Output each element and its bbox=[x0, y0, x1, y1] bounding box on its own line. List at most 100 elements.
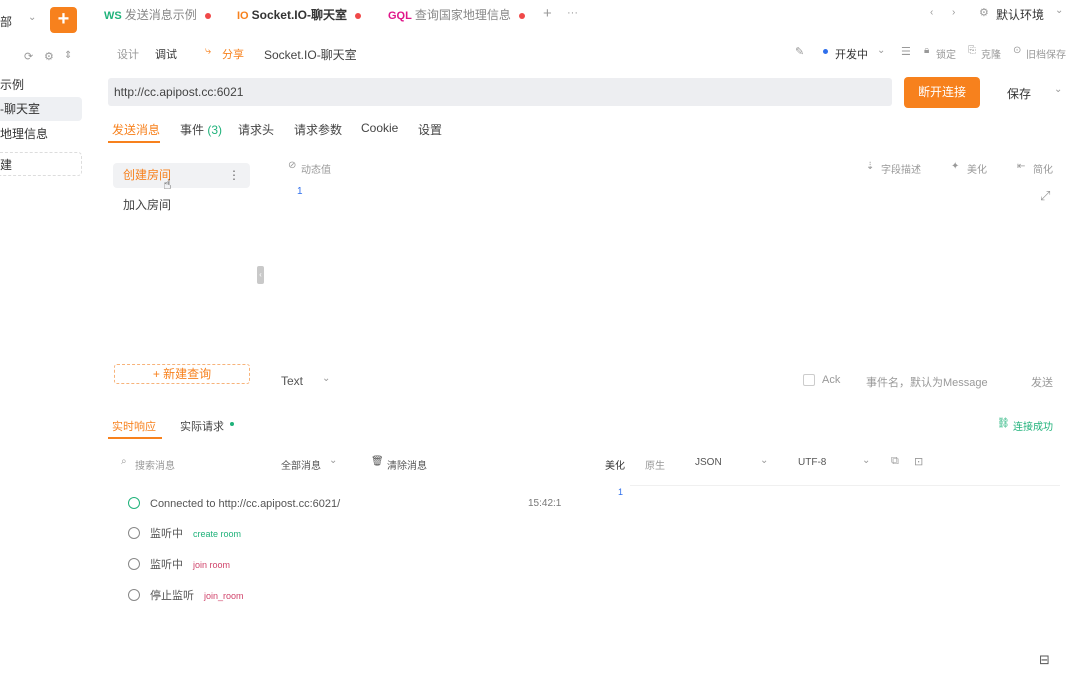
field-desc-icon[interactable]: ⇣ bbox=[866, 161, 874, 172]
field-desc-button[interactable]: 字段描述 bbox=[881, 161, 921, 176]
ack-checkbox[interactable] bbox=[803, 374, 815, 386]
sidebar-item-chatroom[interactable]: -聊天室 bbox=[0, 97, 82, 121]
chevron-down-icon[interactable]: ⌄ bbox=[329, 455, 337, 466]
share-button[interactable]: 分享 bbox=[222, 46, 244, 62]
chevron-down-icon[interactable]: ⌄ bbox=[877, 45, 885, 56]
settings-icon[interactable]: ⚙ bbox=[44, 50, 54, 63]
simplify-icon[interactable]: ⇤ bbox=[1017, 161, 1025, 172]
tab-headers[interactable]: 请求头 bbox=[238, 121, 274, 138]
dynamic-value-icon[interactable]: ⊘ bbox=[288, 160, 296, 171]
format-selector[interactable]: Text bbox=[281, 374, 303, 388]
log-row-stop-listening[interactable]: 停止监听 join_room bbox=[128, 588, 244, 604]
more-tabs-button[interactable]: ··· bbox=[567, 7, 578, 19]
message-item-label: 加入房间 bbox=[123, 198, 172, 212]
save-button[interactable]: 保存 bbox=[1007, 85, 1031, 102]
response-format-selector[interactable]: JSON bbox=[695, 457, 722, 468]
unsaved-dot bbox=[354, 12, 361, 19]
clone-icon[interactable]: ⎘ bbox=[968, 45, 976, 56]
chevron-down-icon[interactable]: ⌄ bbox=[862, 455, 870, 466]
history-icon[interactable]: ⊙ bbox=[1013, 45, 1021, 56]
event-name-input[interactable]: 事件名，默认为Message bbox=[866, 374, 988, 390]
log-text: 停止监听 bbox=[150, 590, 194, 602]
trash-icon[interactable]: 🗑︎ bbox=[371, 456, 384, 467]
sidebar-item-geo[interactable]: 地理信息 bbox=[0, 122, 82, 146]
collapse-icon[interactable]: ⇕ bbox=[64, 50, 72, 61]
tab-actual-request[interactable]: 实际请求 bbox=[180, 418, 224, 434]
log-text: Connected to http://cc.apipost.cc:6021/ bbox=[150, 498, 341, 510]
clear-messages-button[interactable]: 清除消息 bbox=[387, 457, 427, 472]
layout-icon[interactable]: ☰ bbox=[901, 45, 911, 58]
tab-params[interactable]: 请求参数 bbox=[294, 121, 342, 138]
disconnect-button[interactable]: 断开连接 bbox=[904, 77, 980, 108]
tab-label: 查询国家地理信息 bbox=[414, 8, 511, 22]
chevron-down-icon[interactable]: ⌄ bbox=[28, 12, 36, 23]
unsaved-dot bbox=[204, 12, 211, 19]
lock-button[interactable]: 锁定 bbox=[936, 46, 956, 61]
refresh-icon[interactable]: ⟳ bbox=[24, 50, 33, 63]
tab-events[interactable]: 事件 (3) bbox=[180, 121, 222, 138]
message-filter[interactable]: 全部消息 bbox=[281, 457, 321, 472]
log-row-listening-join[interactable]: 监听中 join room bbox=[128, 557, 230, 573]
log-row-listening-create[interactable]: 监听中 create room bbox=[128, 526, 241, 542]
beautify-icon[interactable]: ✦ bbox=[951, 161, 959, 172]
encoding-selector[interactable]: UTF-8 bbox=[798, 457, 826, 468]
tab-cookie[interactable]: Cookie bbox=[361, 121, 398, 135]
simplify-button[interactable]: 简化 bbox=[1033, 161, 1053, 176]
tab-gql-geo[interactable]: GQL 查询国家地理信息 bbox=[388, 6, 525, 24]
message-item-create-room[interactable]: 创建房间 ⋮ ☝ bbox=[113, 163, 250, 192]
share-icon[interactable]: ⤷ bbox=[205, 45, 211, 58]
add-button[interactable]: + bbox=[50, 7, 77, 33]
debug-toggle[interactable]: 调试 bbox=[155, 46, 177, 62]
status-selector[interactable]: 开发中 bbox=[835, 46, 868, 62]
panel-resize-handle[interactable]: ‹ bbox=[257, 266, 264, 284]
dynamic-value-button[interactable]: 动态值 bbox=[301, 161, 331, 176]
clone-button[interactable]: 克隆 bbox=[981, 46, 1001, 61]
raw-toggle[interactable]: 原生 bbox=[645, 457, 665, 472]
search-input[interactable]: 搜索消息 bbox=[135, 457, 175, 472]
chevron-down-icon[interactable]: ⌄ bbox=[1055, 5, 1063, 16]
tab-next-icon[interactable]: › bbox=[952, 7, 955, 18]
beautify-toggle[interactable]: 美化 bbox=[605, 457, 625, 472]
sidebar-item-ws-example[interactable]: 示例 bbox=[0, 73, 82, 97]
sidebar-item-new[interactable]: 建 bbox=[0, 152, 82, 176]
sidebar-item-label: 地理信息 bbox=[0, 127, 49, 141]
tab-settings[interactable]: 设置 bbox=[418, 121, 442, 138]
tab-realtime-response[interactable]: 实时响应 bbox=[112, 418, 156, 434]
env-selector[interactable]: 默认环境 bbox=[996, 6, 1044, 23]
env-settings-icon[interactable]: ⚙ bbox=[979, 6, 989, 19]
log-text: 监听中 bbox=[150, 559, 183, 571]
api-title[interactable]: Socket.IO-聊天室 bbox=[264, 46, 357, 63]
new-query-button[interactable]: + 新建查询 bbox=[114, 364, 250, 384]
sidebar-scope-label[interactable]: 部 bbox=[0, 13, 12, 30]
message-item-join-room[interactable]: 加入房间 bbox=[113, 193, 250, 218]
tab-ws-example[interactable]: WS 发送消息示例 bbox=[104, 6, 211, 24]
edit-icon[interactable]: ✎ bbox=[795, 45, 804, 58]
message-editor[interactable] bbox=[307, 182, 1037, 352]
save-icon[interactable]: ⊡ bbox=[914, 455, 923, 468]
link-icon: ⛓︎ bbox=[997, 418, 1010, 429]
more-vertical-icon[interactable]: ⋮ bbox=[228, 163, 240, 188]
expand-icon[interactable]: ⤢ bbox=[1040, 188, 1050, 204]
layout-toggle-icon[interactable]: ⊟ bbox=[1039, 652, 1050, 668]
design-toggle[interactable]: 设计 bbox=[117, 46, 139, 62]
beautify-button[interactable]: 美化 bbox=[967, 161, 987, 176]
add-tab-button[interactable]: + bbox=[543, 5, 552, 22]
url-input[interactable]: http://cc.apipost.cc:6021 bbox=[108, 78, 892, 106]
chevron-down-icon[interactable]: ⌄ bbox=[322, 373, 330, 384]
send-button[interactable]: 发送 bbox=[1031, 374, 1053, 390]
tab-socketio-chatroom[interactable]: IO Socket.IO-聊天室 bbox=[237, 6, 361, 24]
events-count: (3) bbox=[207, 123, 223, 137]
chevron-down-icon[interactable]: ⌄ bbox=[760, 455, 768, 466]
log-time: 15:42:1 bbox=[528, 498, 562, 509]
copy-icon[interactable]: ⧉ bbox=[891, 455, 899, 468]
response-divider bbox=[630, 485, 1060, 486]
tab-prev-icon[interactable]: ‹ bbox=[930, 7, 933, 18]
save-dropdown-icon[interactable]: ⌄ bbox=[1054, 84, 1062, 95]
old-save-button[interactable]: 旧档保存 bbox=[1026, 46, 1066, 61]
log-row-connected[interactable]: Connected to http://cc.apipost.cc:6021/ bbox=[128, 496, 340, 512]
editor-line-number: 1 bbox=[297, 186, 303, 197]
connection-status: 连接成功 bbox=[1013, 422, 1053, 433]
info-circle-icon bbox=[128, 589, 140, 601]
tab-send-message[interactable]: 发送消息 bbox=[112, 121, 160, 138]
lock-icon[interactable]: 🔒︎ bbox=[924, 45, 929, 56]
